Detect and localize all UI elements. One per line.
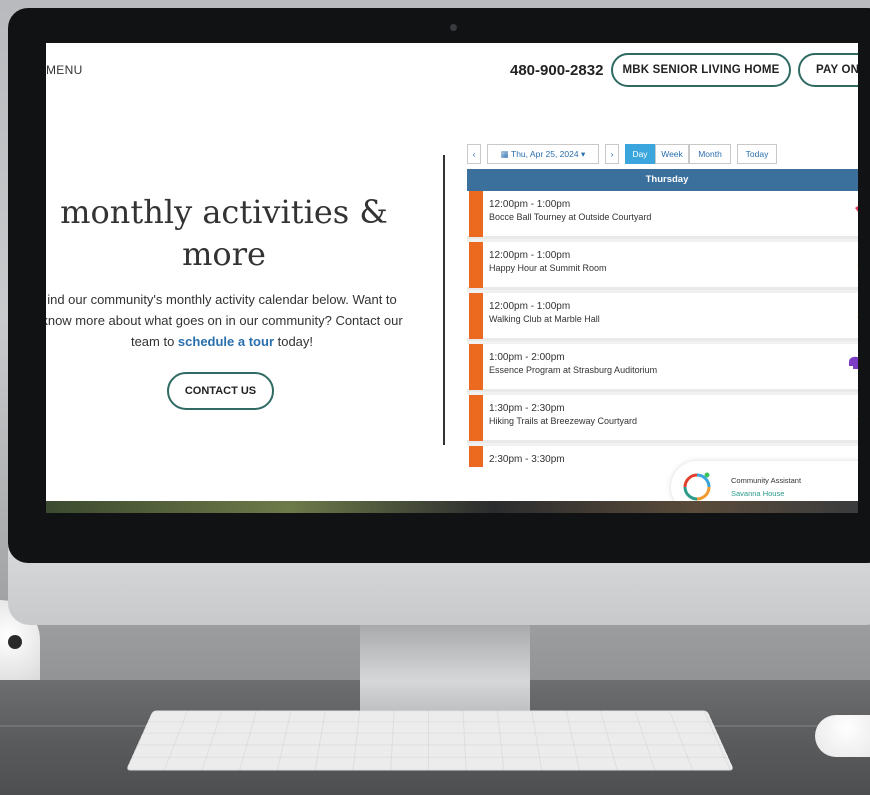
view-week-button[interactable]: Week <box>655 144 689 164</box>
intro-text-part2: today! <box>274 334 314 349</box>
assistant-subtitle: Savanna House <box>731 489 785 498</box>
today-button[interactable]: Today <box>737 144 777 164</box>
event-item[interactable]: 1:00pm - 2:00pm Essence Program at Stras… <box>467 344 858 392</box>
event-name: Happy Hour at Summit Room <box>489 263 607 273</box>
schedule-tour-link[interactable]: schedule a tour <box>178 334 274 349</box>
figure-icon <box>857 265 858 267</box>
event-time: 2:30pm - 3:30pm <box>489 454 565 465</box>
view-day-button[interactable]: Day <box>625 144 655 164</box>
date-picker-button[interactable]: ▦ Thu, Apr 25, 2024 ▾ <box>487 144 599 164</box>
event-time: 1:30pm - 2:30pm <box>489 403 565 414</box>
event-time: 1:00pm - 2:00pm <box>489 352 565 363</box>
event-time: 12:00pm - 1:00pm <box>489 199 571 210</box>
contact-us-button[interactable]: CONTACT US <box>167 372 274 410</box>
event-item[interactable]: 1:30pm - 2:30pm Hiking Trails at Breezew… <box>467 395 858 443</box>
menu-button[interactable]: MENU <box>46 63 83 77</box>
figure-icon <box>857 316 858 318</box>
event-name: Bocce Ball Tourney at Outside Courtyard <box>489 212 652 222</box>
mouse <box>815 715 870 757</box>
website-screen: MENU 480-900-2832 MBK SENIOR LIVING HOME… <box>46 43 858 513</box>
assistant-logo-icon <box>683 472 711 501</box>
date-picker-label: Thu, Apr 25, 2024 ▾ <box>511 149 586 159</box>
event-color-bar <box>469 293 483 339</box>
handshake-icon <box>855 206 858 212</box>
event-color-bar <box>469 395 483 441</box>
keyboard <box>125 710 735 771</box>
event-time: 12:00pm - 1:00pm <box>489 301 571 312</box>
hero-image-strip <box>46 501 858 513</box>
calendar-icon: ▦ <box>500 149 512 159</box>
intro-text: ind our community's monthly activity cal… <box>46 289 408 352</box>
vertical-divider <box>443 155 445 445</box>
head-icon <box>849 356 858 369</box>
prev-day-button[interactable]: ‹ <box>467 144 481 164</box>
event-item[interactable]: 12:00pm - 1:00pm Walking Club at Marble … <box>467 293 858 341</box>
event-name: Walking Club at Marble Hall <box>489 314 600 324</box>
next-day-button[interactable]: › <box>605 144 619 164</box>
pay-online-button[interactable]: PAY ON <box>798 53 858 87</box>
event-time: 12:00pm - 1:00pm <box>489 250 571 261</box>
event-color-bar <box>469 446 483 467</box>
figure-icon <box>857 418 858 420</box>
phone-link[interactable]: 480-900-2832 <box>510 62 603 79</box>
speaker-grille <box>8 635 22 649</box>
camera-icon <box>450 24 457 31</box>
mbk-senior-living-button[interactable]: MBK SENIOR LIVING HOME <box>611 53 791 87</box>
event-name: Hiking Trails at Breezeway Courtyard <box>489 416 638 426</box>
calendar-event-list[interactable]: 12:00pm - 1:00pm Bocce Ball Tourney at O… <box>467 191 858 467</box>
event-item[interactable]: 12:00pm - 1:00pm Bocce Ball Tourney at O… <box>467 191 858 239</box>
assistant-title: Community Assistant <box>731 476 802 485</box>
event-color-bar <box>469 191 483 237</box>
view-month-button[interactable]: Month <box>689 144 731 164</box>
calendar-day-header: Thursday <box>467 169 858 191</box>
event-color-bar <box>469 242 483 288</box>
event-name: Essence Program at Strasburg Auditorium <box>489 365 658 375</box>
monitor-stand <box>360 624 530 719</box>
event-item[interactable]: 12:00pm - 1:00pm Happy Hour at Summit Ro… <box>467 242 858 290</box>
page-title: monthly activities & more <box>60 193 388 273</box>
event-color-bar <box>469 344 483 390</box>
